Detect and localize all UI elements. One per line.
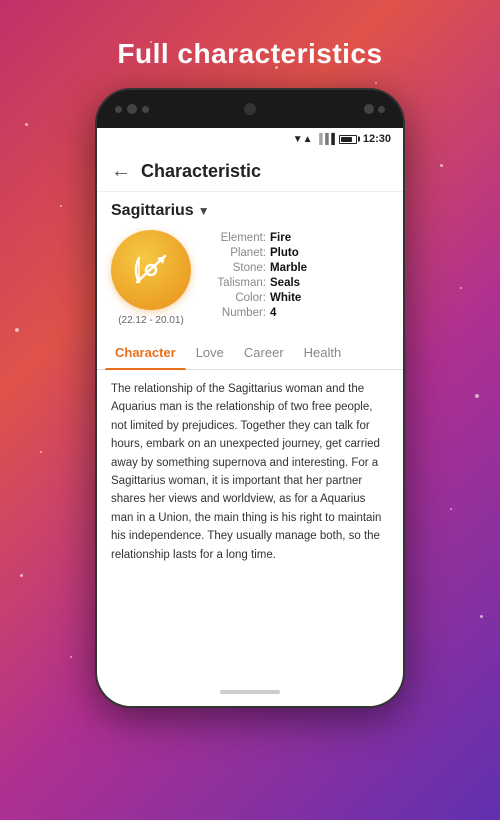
- screen-title: Characteristic: [141, 161, 261, 182]
- prop-value-color: White: [270, 292, 301, 304]
- prop-value-planet: Pluto: [270, 247, 299, 259]
- prop-row-color: Color: White: [201, 292, 389, 304]
- screen-content: ← Characteristic Sagittarius ▼: [97, 150, 403, 706]
- sign-info-section: (22.12 - 20.01) Element: Fire Planet: Pl…: [97, 226, 403, 336]
- home-indicator: [220, 690, 280, 694]
- prop-row-stone: Stone: Marble: [201, 262, 389, 274]
- sensor-r2: [378, 106, 385, 113]
- phone-hardware-bar: [97, 90, 403, 128]
- prop-label-number: Number:: [201, 307, 266, 319]
- sensor-center: [127, 104, 137, 114]
- prop-value-stone: Marble: [270, 262, 307, 274]
- right-sensors: [364, 104, 385, 114]
- left-sensors: [115, 104, 149, 114]
- camera-notch: [244, 103, 256, 115]
- sensor-left: [115, 106, 122, 113]
- description-area: The relationship of the Sagittarius woma…: [97, 370, 403, 580]
- app-header: ← Characteristic: [97, 150, 403, 192]
- tab-career[interactable]: Career: [234, 336, 294, 369]
- phone-frame: ▼▲ ▐▐▐ 12:30 ← Characteristic Sagittariu…: [95, 88, 405, 708]
- sign-properties: Element: Fire Planet: Pluto Stone: Marbl…: [201, 230, 389, 319]
- page-title-wrapper: Full characteristics: [0, 0, 500, 88]
- status-bar: ▼▲ ▐▐▐ 12:30: [97, 128, 403, 150]
- sensor-right: [142, 106, 149, 113]
- prop-value-element: Fire: [270, 232, 291, 244]
- sagittarius-icon: [125, 244, 177, 296]
- prop-label-stone: Stone:: [201, 262, 266, 274]
- wifi-icon: ▼▲: [293, 134, 313, 145]
- tab-character[interactable]: Character: [105, 336, 186, 369]
- back-button[interactable]: ←: [111, 160, 131, 183]
- signal-icon: ▐▐▐: [316, 134, 334, 145]
- tab-love[interactable]: Love: [186, 336, 234, 369]
- clock: 12:30: [363, 133, 391, 145]
- sign-selector[interactable]: Sagittarius ▼: [97, 192, 403, 226]
- description-text: The relationship of the Sagittarius woma…: [111, 380, 389, 564]
- prop-label-planet: Planet:: [201, 247, 266, 259]
- content-area: Sagittarius ▼: [97, 192, 403, 678]
- prop-row-element: Element: Fire: [201, 232, 389, 244]
- page-title: Full characteristics: [20, 38, 480, 70]
- status-icons: ▼▲ ▐▐▐ 12:30: [293, 133, 391, 145]
- prop-label-color: Color:: [201, 292, 266, 304]
- prop-row-talisman: Talisman: Seals: [201, 277, 389, 289]
- battery-icon: [339, 135, 357, 144]
- sign-icon-wrapper: (22.12 - 20.01): [111, 230, 191, 326]
- sign-circle-icon: [111, 230, 191, 310]
- sign-date-range: (22.12 - 20.01): [118, 315, 184, 326]
- prop-value-talisman: Seals: [270, 277, 300, 289]
- prop-value-number: 4: [270, 307, 276, 319]
- sign-name: Sagittarius: [111, 202, 194, 220]
- tabs-bar: Character Love Career Health: [97, 336, 403, 370]
- phone-bottom-bar: [97, 678, 403, 706]
- prop-row-planet: Planet: Pluto: [201, 247, 389, 259]
- tab-health[interactable]: Health: [294, 336, 352, 369]
- sensor-r1: [364, 104, 374, 114]
- prop-row-number: Number: 4: [201, 307, 389, 319]
- dropdown-arrow-icon[interactable]: ▼: [198, 204, 210, 218]
- prop-label-element: Element:: [201, 232, 266, 244]
- prop-label-talisman: Talisman:: [201, 277, 266, 289]
